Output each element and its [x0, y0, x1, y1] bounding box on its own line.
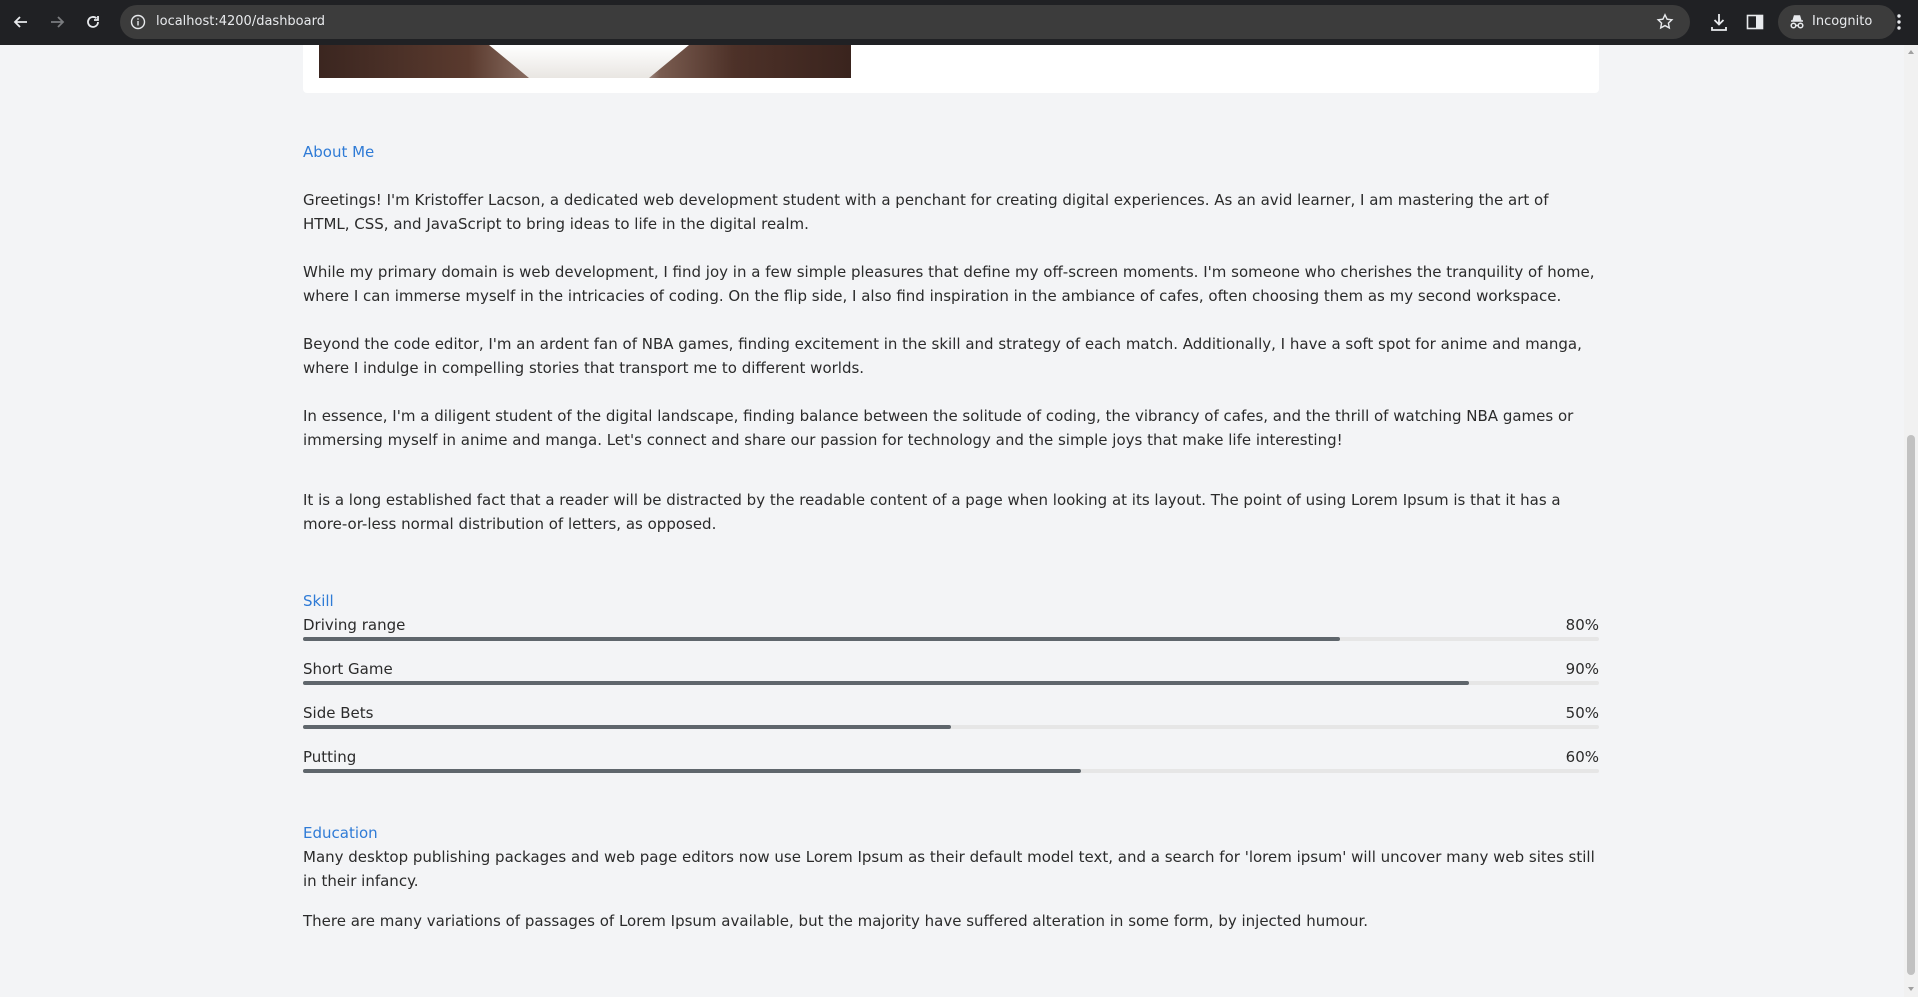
side-panel-icon[interactable] — [1744, 11, 1766, 33]
education-paragraph-1: Many desktop publishing packages and web… — [303, 848, 1595, 890]
progress-fill — [303, 681, 1470, 685]
back-arrow-icon — [13, 16, 27, 28]
incognito-badge[interactable]: Incognito — [1778, 5, 1896, 39]
progress-track — [303, 681, 1599, 685]
skill-putting: Putting 60% — [303, 748, 1599, 782]
address-bar[interactable]: localhost:4200/dashboard — [120, 5, 1690, 39]
incognito-label: Incognito — [1812, 14, 1873, 29]
skill-label: Side Bets — [303, 704, 374, 722]
skill-percent: 80% — [1565, 616, 1599, 634]
url-text[interactable]: localhost:4200/dashboard — [156, 5, 325, 39]
skill-short-game: Short Game 90% — [303, 660, 1599, 694]
progress-fill — [303, 769, 1081, 773]
about-paragraph-2: While my primary domain is web developme… — [303, 263, 1595, 305]
photo-collar — [489, 45, 689, 78]
skill-label: Short Game — [303, 660, 393, 678]
scrollbar-thumb[interactable] — [1907, 435, 1915, 975]
about-title: About Me — [303, 143, 375, 161]
about-paragraph-3: Beyond the code editor, I'm an ardent fa… — [303, 335, 1582, 377]
progress-track — [303, 769, 1599, 773]
forward-arrow-icon — [51, 16, 65, 28]
profile-card — [303, 45, 1599, 93]
more-options-icon[interactable] — [1892, 11, 1906, 33]
bookmark-star-icon[interactable] — [1656, 13, 1674, 31]
skill-label: Driving range — [303, 616, 406, 634]
skill-side-bets: Side Bets 50% — [303, 704, 1599, 738]
site-info-icon[interactable] — [130, 14, 146, 30]
education-title: Education — [303, 824, 378, 842]
education-paragraph-2: There are many variations of passages of… — [303, 912, 1369, 930]
progress-fill — [303, 637, 1340, 641]
browser-toolbar: localhost:4200/dashboard Incognito — [0, 0, 1918, 45]
skill-title: Skill — [303, 592, 334, 610]
progress-fill — [303, 725, 951, 729]
page-scrollbar[interactable] — [1904, 45, 1918, 997]
reload-button[interactable] — [81, 10, 105, 34]
scroll-down-icon[interactable] — [1907, 985, 1915, 993]
download-icon[interactable] — [1708, 11, 1730, 33]
skill-percent: 50% — [1565, 704, 1599, 722]
scroll-up-icon[interactable] — [1907, 48, 1915, 56]
progress-track — [303, 637, 1599, 641]
skill-percent: 90% — [1565, 660, 1599, 678]
forward-button[interactable] — [45, 10, 69, 34]
skill-percent: 60% — [1565, 748, 1599, 766]
progress-track — [303, 725, 1599, 729]
skill-label: Putting — [303, 748, 357, 766]
profile-photo — [319, 45, 851, 78]
about-paragraph-4: In essence, I'm a diligent student of th… — [303, 407, 1574, 449]
about-paragraph-5: It is a long established fact that a rea… — [303, 491, 1561, 533]
page-viewport: About Me Greetings! I'm Kristoffer Lacso… — [0, 45, 1904, 997]
skill-driving-range: Driving range 80% — [303, 616, 1599, 650]
reload-icon — [87, 16, 99, 28]
about-paragraph-1: Greetings! I'm Kristoffer Lacson, a dedi… — [303, 191, 1549, 233]
incognito-icon — [1790, 15, 1804, 29]
back-button[interactable] — [9, 10, 33, 34]
